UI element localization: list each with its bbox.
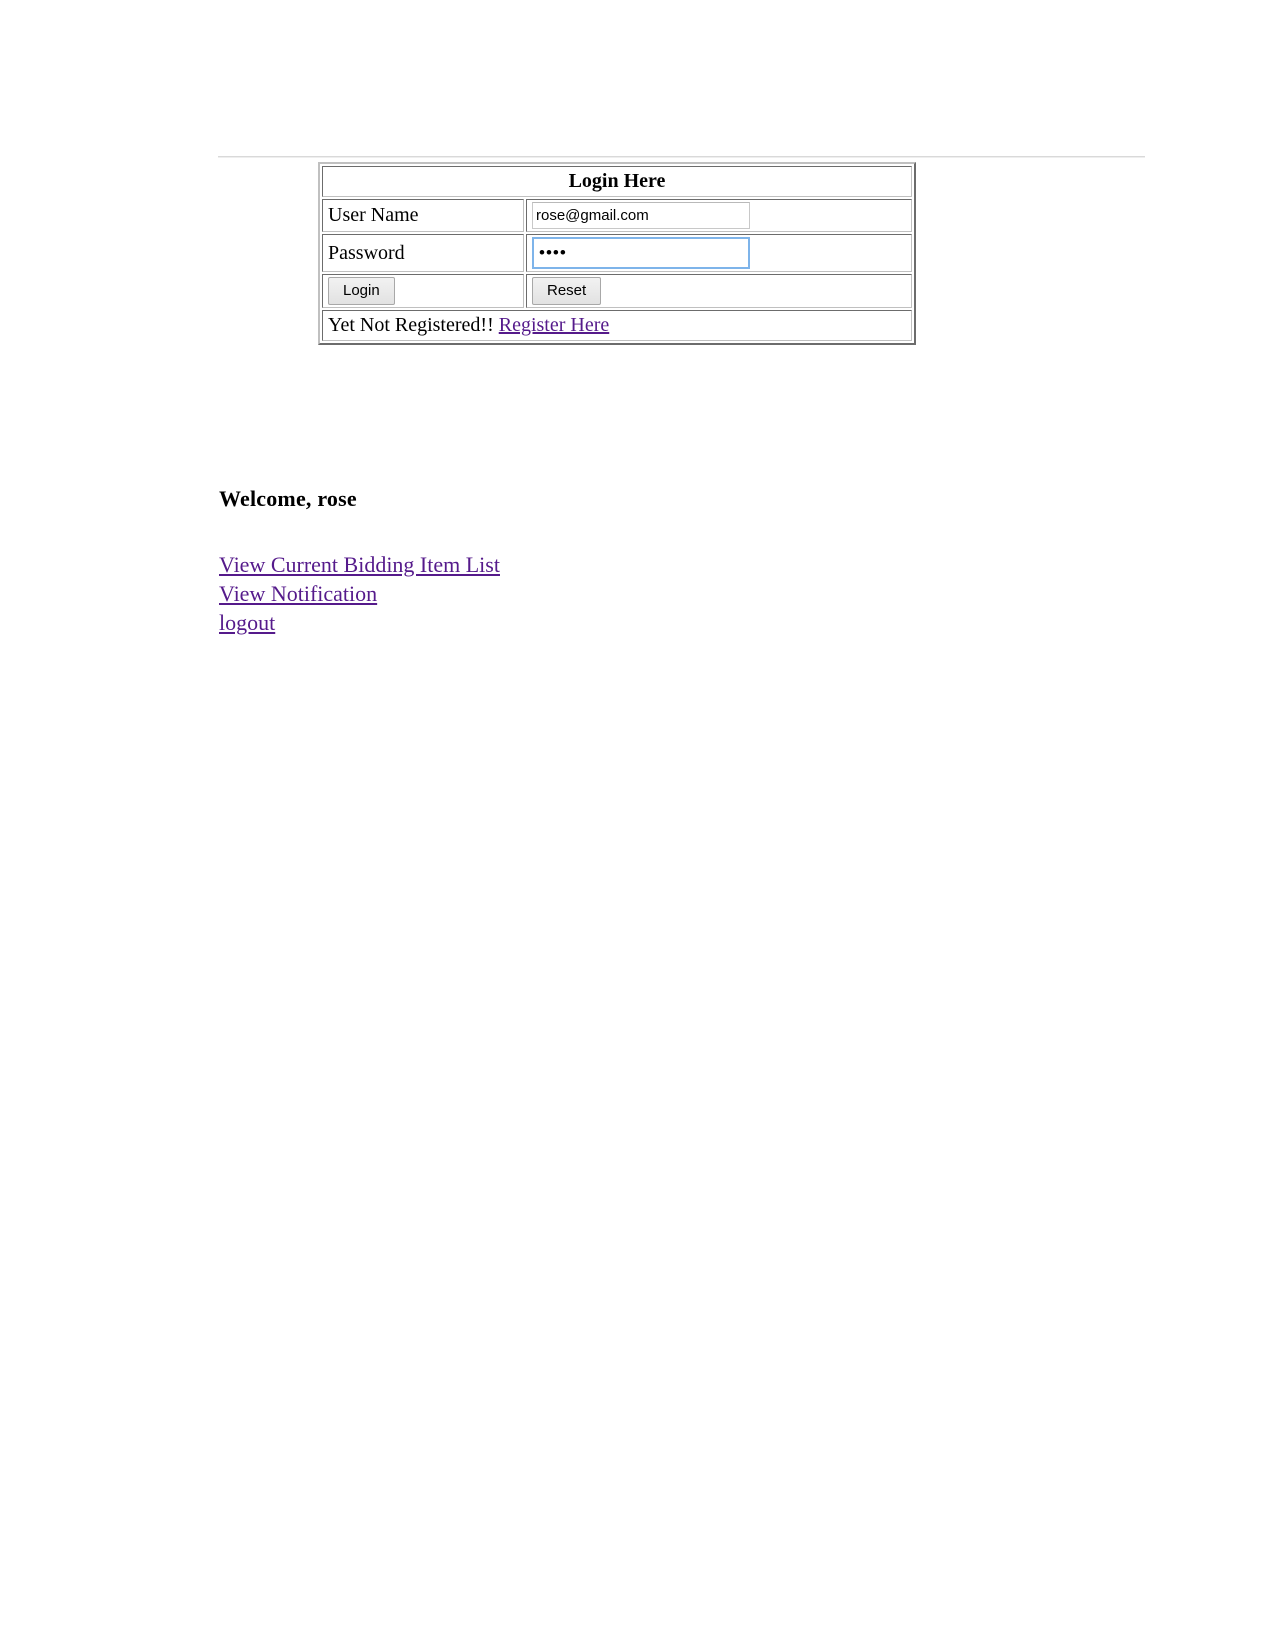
view-notification-link[interactable]: View Notification xyxy=(219,579,377,608)
nav-row-bidding-list: View Current Bidding Item List xyxy=(219,550,500,579)
logout-link[interactable]: logout xyxy=(219,608,275,637)
register-here-link[interactable]: Register Here xyxy=(499,314,610,336)
reset-button[interactable]: Reset xyxy=(532,277,602,305)
login-panel: Login Here User Name Password Login R xyxy=(318,162,916,345)
username-input[interactable] xyxy=(532,202,750,229)
register-prompt: Yet Not Registered!! xyxy=(328,314,494,336)
password-label: Password xyxy=(322,234,524,272)
account-links: View Current Bidding Item List View Noti… xyxy=(219,550,500,637)
login-button-cell: Login xyxy=(322,274,524,308)
table-row-register: Yet Not Registered!! Register Here xyxy=(322,310,912,341)
password-input[interactable] xyxy=(532,237,750,269)
table-row-username: User Name xyxy=(322,199,912,232)
login-title: Login Here xyxy=(322,166,912,197)
register-cell: Yet Not Registered!! Register Here xyxy=(322,310,912,341)
password-field-cell xyxy=(526,234,912,272)
table-row-actions: Login Reset xyxy=(322,274,912,308)
username-field-cell xyxy=(526,199,912,232)
nav-row-logout: logout xyxy=(219,608,500,637)
table-row-title: Login Here xyxy=(322,166,912,197)
horizontal-rule xyxy=(218,155,1145,158)
welcome-heading: Welcome, rose xyxy=(219,486,357,511)
reset-button-cell: Reset xyxy=(526,274,912,308)
login-button[interactable]: Login xyxy=(328,277,395,305)
table-row-password: Password xyxy=(322,234,912,272)
nav-row-notification: View Notification xyxy=(219,579,500,608)
login-table: Login Here User Name Password Login R xyxy=(318,162,916,345)
username-label: User Name xyxy=(322,199,524,232)
view-current-bidding-item-list-link[interactable]: View Current Bidding Item List xyxy=(219,550,500,579)
